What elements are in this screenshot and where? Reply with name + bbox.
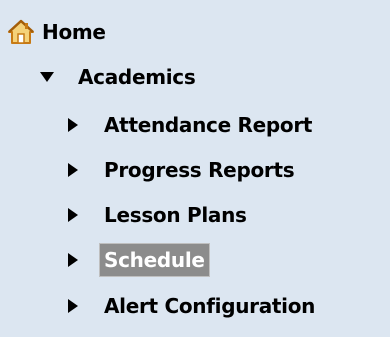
- tree-item-label-selected: Schedule: [99, 243, 210, 277]
- caret-right-icon[interactable]: [68, 253, 78, 267]
- tree-item-academics[interactable]: Academics: [40, 59, 196, 95]
- caret-right-icon[interactable]: [68, 299, 78, 313]
- tree-item-label: Home: [42, 20, 106, 44]
- caret-right-icon[interactable]: [68, 118, 78, 132]
- caret-down-icon[interactable]: [40, 72, 54, 82]
- caret-right-icon[interactable]: [68, 163, 78, 177]
- tree-item-home[interactable]: Home: [8, 14, 106, 50]
- tree-item-label: Progress Reports: [104, 158, 295, 182]
- tree-item-label: Academics: [78, 65, 196, 89]
- home-icon: [8, 19, 34, 45]
- tree-item-progress-reports[interactable]: Progress Reports: [68, 152, 295, 188]
- caret-right-icon[interactable]: [68, 208, 78, 222]
- tree-item-label: Attendance Report: [104, 113, 313, 137]
- tree-item-schedule[interactable]: Schedule: [68, 242, 210, 278]
- tree-item-lesson-plans[interactable]: Lesson Plans: [68, 197, 247, 233]
- tree-item-attendance-report[interactable]: Attendance Report: [68, 107, 312, 143]
- navigation-tree: Home Academics Attendance Report Progres…: [0, 0, 390, 337]
- tree-item-label: Alert Configuration: [104, 294, 316, 318]
- tree-item-label: Lesson Plans: [104, 203, 247, 227]
- tree-item-alert-configuration[interactable]: Alert Configuration: [68, 288, 315, 324]
